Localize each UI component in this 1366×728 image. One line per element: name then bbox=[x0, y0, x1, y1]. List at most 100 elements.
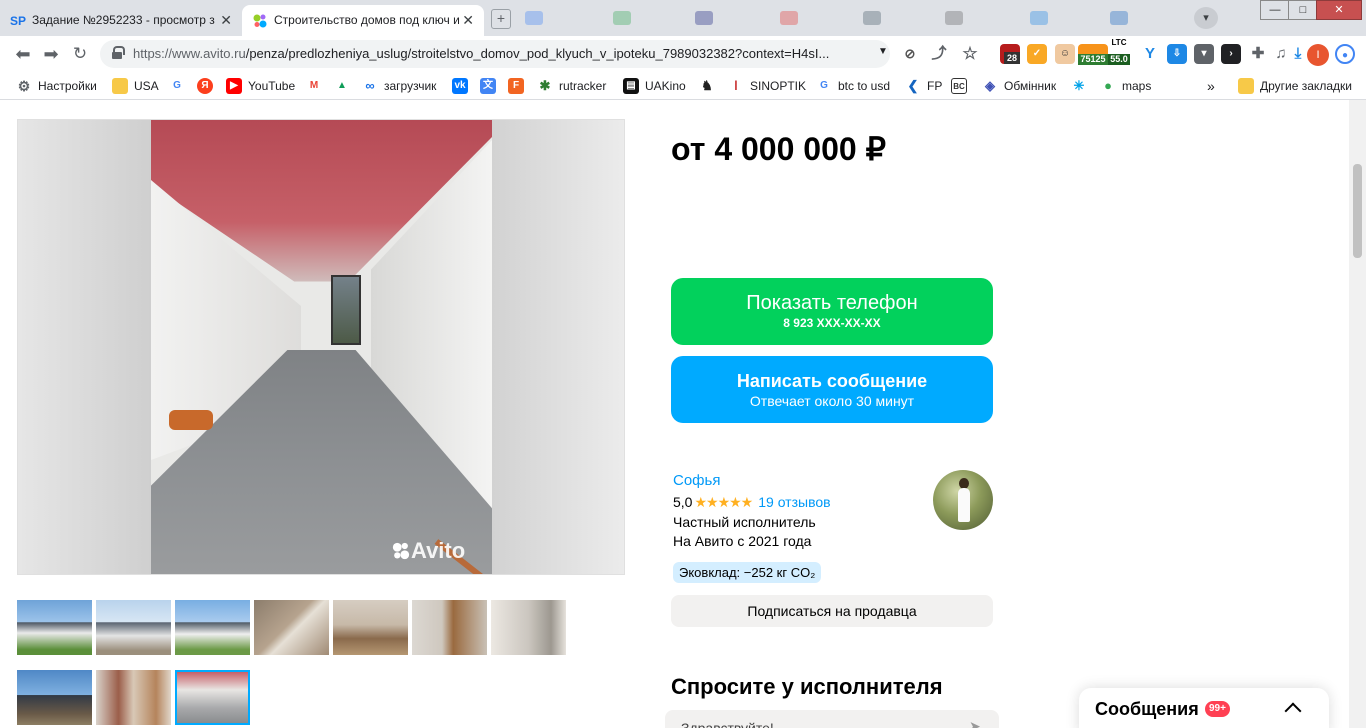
puzzle-icon[interactable]: ✚ bbox=[1248, 44, 1268, 64]
save-extension-icon[interactable]: ▾ bbox=[1194, 44, 1214, 64]
close-tab-icon[interactable]: ✕ bbox=[220, 5, 232, 36]
thumbnail[interactable] bbox=[491, 600, 566, 655]
reload-icon[interactable]: ↻ bbox=[69, 43, 91, 65]
tab-search-chevron-icon[interactable]: ▾ bbox=[1194, 7, 1218, 29]
thumbnail[interactable] bbox=[96, 670, 171, 725]
minimize-button[interactable]: — bbox=[1260, 0, 1290, 20]
chevron-up-icon[interactable] bbox=[1284, 700, 1300, 716]
youtube-icon: ▶ bbox=[226, 78, 242, 94]
arrow-extension-icon[interactable]: › bbox=[1221, 44, 1241, 64]
profile-avatar[interactable]: I bbox=[1307, 44, 1329, 66]
maps-icon: ● bbox=[1104, 78, 1112, 93]
tab-favicon-icon[interactable] bbox=[525, 11, 543, 25]
photo-gallery[interactable]: Avito bbox=[17, 119, 625, 575]
blocked-icon[interactable]: ⊘ bbox=[900, 44, 920, 64]
url-dropdown-icon[interactable]: ▼ bbox=[878, 46, 888, 57]
vpn-extension-icon[interactable]: 28 bbox=[1000, 44, 1020, 64]
rating-value: 5,0 bbox=[673, 494, 693, 510]
thumbnail[interactable] bbox=[333, 600, 408, 655]
bookmark-translate[interactable]: 文 bbox=[480, 78, 502, 94]
close-window-button[interactable]: ✕ bbox=[1316, 0, 1362, 20]
tab-title: Строительство домов под ключ и bbox=[274, 13, 460, 27]
thumbnail[interactable] bbox=[17, 670, 92, 725]
messages-widget[interactable]: Сообщения 99+ bbox=[1079, 688, 1329, 728]
page-scrollbar[interactable] bbox=[1349, 100, 1366, 728]
show-phone-button[interactable]: Показать телефон 8 923 XXX-XX-XX bbox=[671, 278, 993, 345]
bookmark-exchanger[interactable]: ◈ Обмінник bbox=[982, 78, 1056, 94]
tab-favicon-icon[interactable] bbox=[780, 11, 798, 25]
face-extension-icon[interactable]: ☺ bbox=[1055, 44, 1075, 64]
downloads-icon[interactable]: ⤓ bbox=[1288, 44, 1308, 64]
bookmark-drive[interactable]: ▲ bbox=[334, 78, 356, 94]
seller-name-link[interactable]: Софья bbox=[673, 472, 720, 489]
eco-badge[interactable]: Эковклад: −252 кг CO₂ bbox=[673, 562, 822, 583]
bookmark-usa[interactable]: USA bbox=[112, 78, 159, 94]
yandex-icon: Я bbox=[197, 78, 213, 94]
bookmark-spark[interactable]: ✳ bbox=[1071, 78, 1093, 94]
browser-tab-bar: SP Задание №2952233 - просмотр з ✕ Строи… bbox=[0, 0, 1366, 36]
bookmark-uakino[interactable]: ▤ UAKino bbox=[623, 78, 686, 94]
ask-message-input[interactable]: Здравствуйте! ➤ bbox=[665, 710, 999, 728]
bookmark-vk[interactable]: vk bbox=[452, 78, 474, 94]
share-icon[interactable]: ⤴ bbox=[929, 44, 949, 64]
write-message-button[interactable]: Написать сообщение Отвечает около 30 мин… bbox=[671, 356, 993, 423]
shield-extension-icon[interactable]: ✓ bbox=[1027, 44, 1047, 64]
messages-count-badge: 99+ bbox=[1205, 701, 1230, 717]
reviews-link[interactable]: 19 отзывов bbox=[758, 494, 830, 510]
drive-icon: ▲ bbox=[337, 80, 347, 91]
new-tab-icon[interactable]: + bbox=[491, 9, 511, 29]
subscribe-button[interactable]: Подписаться на продавца bbox=[671, 595, 993, 627]
bookmark-google[interactable]: G bbox=[169, 78, 191, 94]
chrome-menu-icon[interactable]: ● bbox=[1335, 44, 1355, 64]
bookmark-star-icon[interactable]: ☆ bbox=[960, 44, 980, 64]
infinity-icon: ∞ bbox=[365, 78, 375, 93]
bc-icon: BC bbox=[951, 78, 967, 94]
bookmarks-overflow[interactable]: » bbox=[1207, 78, 1215, 94]
sp-favicon-icon: SP bbox=[10, 14, 27, 28]
url-text[interactable]: https://www.avito.ru/penza/predlozheniya… bbox=[133, 46, 829, 61]
tab-favicon-icon[interactable] bbox=[945, 11, 963, 25]
gallery-main-photo[interactable]: Avito bbox=[151, 120, 492, 574]
forward-arrow-icon[interactable]: ➡ bbox=[40, 43, 62, 65]
thumbnail[interactable] bbox=[254, 600, 329, 655]
back-arrow-icon[interactable]: ⬅ bbox=[12, 43, 34, 65]
close-tab-icon[interactable]: ✕ bbox=[462, 5, 474, 36]
tab-favicon-icon[interactable] bbox=[695, 11, 713, 25]
tab-avito[interactable]: Строительство домов под ключ и ✕ bbox=[242, 5, 484, 36]
tab-favicon-icon[interactable] bbox=[613, 11, 631, 25]
send-icon[interactable]: ➤ bbox=[969, 718, 981, 728]
maximize-button[interactable]: □ bbox=[1288, 0, 1318, 20]
bookmark-f[interactable]: F bbox=[508, 78, 530, 94]
bookmark-sinoptik[interactable]: ǀ SINOPTIK bbox=[728, 78, 806, 94]
bookmark-settings[interactable]: ⚙ Настройки bbox=[16, 78, 97, 94]
scrollbar-thumb[interactable] bbox=[1353, 164, 1362, 258]
y-extension-icon[interactable]: Y bbox=[1140, 44, 1160, 64]
bookmark-downloader[interactable]: ∞ загрузчик bbox=[362, 78, 436, 94]
btc-extension-icon[interactable]: 75125 bbox=[1078, 44, 1108, 65]
bookmark-chess[interactable]: ♞ bbox=[699, 78, 721, 94]
bookmark-rutracker[interactable]: ✱ rutracker bbox=[537, 78, 607, 94]
bookmark-gmail[interactable]: M bbox=[306, 78, 328, 94]
download-extension-icon[interactable]: ⇩ bbox=[1167, 44, 1187, 64]
seller-avatar[interactable] bbox=[933, 470, 993, 530]
address-bar[interactable]: https://www.avito.ru/penza/predlozheniya… bbox=[100, 40, 890, 68]
thumbnail[interactable] bbox=[96, 600, 171, 655]
ltc-extension-icon[interactable]: LTC 55.0 bbox=[1108, 38, 1130, 65]
tab-favicon-icon[interactable] bbox=[1030, 11, 1048, 25]
bookmark-youtube[interactable]: ▶ YouTube bbox=[226, 78, 295, 94]
thumbnail[interactable] bbox=[412, 600, 487, 655]
thumbnail[interactable] bbox=[175, 600, 250, 655]
bookmark-maps[interactable]: ● maps bbox=[1100, 78, 1151, 94]
thumbnail-selected[interactable] bbox=[175, 670, 250, 725]
tab-favicon-icon[interactable] bbox=[1110, 11, 1128, 25]
tab-task[interactable]: SP Задание №2952233 - просмотр з ✕ bbox=[0, 5, 242, 36]
bookmark-btc-to-usd[interactable]: Gbtc to usd bbox=[816, 78, 890, 94]
thumbnail[interactable] bbox=[17, 600, 92, 655]
bookmark-fp[interactable]: ❮ FP bbox=[905, 78, 943, 94]
google-icon: G bbox=[173, 80, 181, 91]
seller-type: Частный исполнитель bbox=[673, 514, 816, 530]
bookmark-other[interactable]: Другие закладки bbox=[1238, 78, 1352, 94]
bookmark-bc[interactable]: BC bbox=[951, 78, 973, 94]
bookmark-yandex[interactable]: Я bbox=[197, 78, 219, 94]
tab-favicon-icon[interactable] bbox=[863, 11, 881, 25]
